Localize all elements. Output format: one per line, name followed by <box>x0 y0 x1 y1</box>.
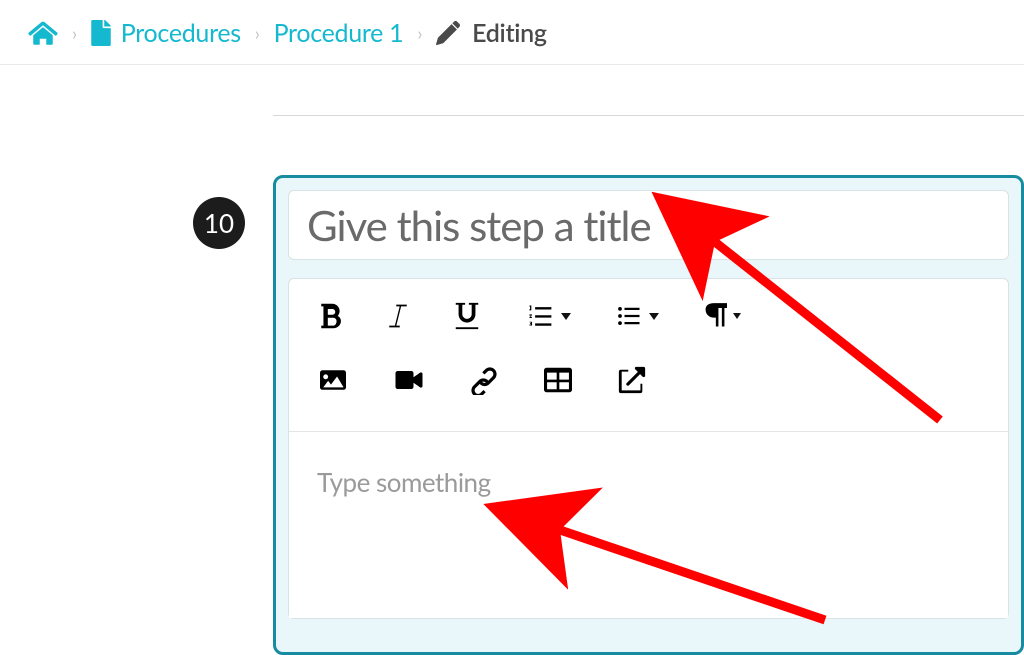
underline-button[interactable] <box>453 301 481 331</box>
dropdown-caret-icon <box>733 313 741 319</box>
breadcrumb-separator-icon: › <box>255 22 260 44</box>
ordered-list-icon <box>525 303 555 329</box>
file-icon <box>91 20 111 46</box>
link-icon <box>469 365 499 395</box>
bold-icon <box>317 302 343 330</box>
editor-toolbar <box>289 279 1008 432</box>
breadcrumb-separator-icon: › <box>72 22 77 44</box>
paragraph-icon <box>703 302 727 330</box>
step-body-card <box>288 278 1009 619</box>
dropdown-caret-icon <box>561 313 571 320</box>
insert-video-button[interactable] <box>393 368 425 392</box>
step-editor-card <box>273 175 1024 655</box>
breadcrumb-separator-icon: › <box>417 22 422 44</box>
breadcrumb-current-label: Editing <box>472 18 547 48</box>
step-number-badge: 10 <box>193 197 245 249</box>
paragraph-format-button[interactable] <box>703 302 741 330</box>
step-number-value: 10 <box>204 207 234 239</box>
underline-icon <box>453 301 481 331</box>
insert-image-button[interactable] <box>317 367 349 393</box>
breadcrumb-procedure-1[interactable]: Procedure 1 <box>274 18 404 48</box>
italic-icon <box>387 302 409 330</box>
table-icon <box>543 366 573 394</box>
video-icon <box>393 368 425 392</box>
breadcrumb-home[interactable] <box>28 20 58 46</box>
breadcrumb-procedures[interactable]: Procedures <box>91 18 241 48</box>
external-link-icon <box>617 365 647 395</box>
open-link-button[interactable] <box>617 365 647 395</box>
content-divider <box>273 115 1024 116</box>
unordered-list-button[interactable] <box>615 304 659 328</box>
breadcrumb: › Procedures › Procedure 1 › Editing <box>0 0 1024 65</box>
insert-table-button[interactable] <box>543 366 573 394</box>
image-icon <box>317 367 349 393</box>
breadcrumb-current: Editing <box>436 18 547 48</box>
step-title-input[interactable] <box>288 190 1009 260</box>
ordered-list-button[interactable] <box>525 303 571 329</box>
step-body-input[interactable] <box>289 432 1008 618</box>
dropdown-caret-icon <box>649 313 659 320</box>
home-icon <box>28 20 58 46</box>
pencil-icon <box>436 21 460 45</box>
italic-button[interactable] <box>387 302 409 330</box>
insert-link-button[interactable] <box>469 365 499 395</box>
bold-button[interactable] <box>317 302 343 330</box>
unordered-list-icon <box>615 304 643 328</box>
breadcrumb-procedure-1-label: Procedure 1 <box>274 18 404 48</box>
breadcrumb-procedures-label: Procedures <box>121 18 241 48</box>
